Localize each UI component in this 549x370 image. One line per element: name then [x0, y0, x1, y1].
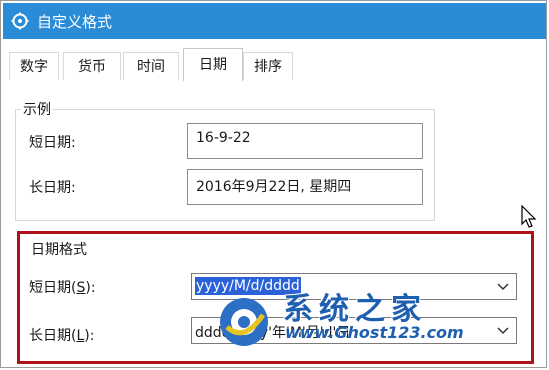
chevron-down-icon[interactable] [496, 323, 510, 337]
tab-date[interactable]: 日期 [183, 48, 243, 81]
tab-content: 示例 短日期: 16-9-22 长日期: 2016年9月22日, 星期四 日期格… [3, 81, 546, 367]
tab-strip: 数字 货币 时间 日期 排序 [3, 39, 546, 82]
mouse-cursor-icon [521, 205, 537, 228]
tab-number[interactable]: 数字 [9, 52, 59, 80]
example-group-title: 示例 [21, 99, 53, 119]
chevron-down-icon[interactable] [496, 279, 510, 293]
watermark-logo-icon [220, 298, 268, 346]
example-long-label: 长日期: [29, 180, 76, 196]
example-short-value: 16-9-22 [187, 123, 423, 159]
window-title: 自定义格式 [37, 13, 113, 31]
long-date-label: 长日期(L): [29, 328, 95, 344]
watermark-title: 系统之家 [283, 292, 427, 327]
title-bar[interactable]: 自定义格式 [3, 3, 546, 39]
tab-sort[interactable]: 排序 [243, 52, 293, 80]
tab-currency[interactable]: 货币 [63, 52, 121, 80]
short-date-label: 短日期(S): [29, 280, 96, 296]
format-group-title: 日期格式 [29, 239, 89, 259]
watermark-url: www.Ghost123.com [285, 323, 464, 342]
example-long-value: 2016年9月22日, 星期四 [187, 169, 423, 205]
dialog-window: 自定义格式 数字 货币 时间 日期 排序 示例 短日期: 16-9-22 长日期… [0, 0, 547, 368]
tab-time[interactable]: 时间 [123, 52, 179, 80]
gear-clock-icon [11, 12, 29, 30]
example-short-label: 短日期: [29, 135, 76, 151]
